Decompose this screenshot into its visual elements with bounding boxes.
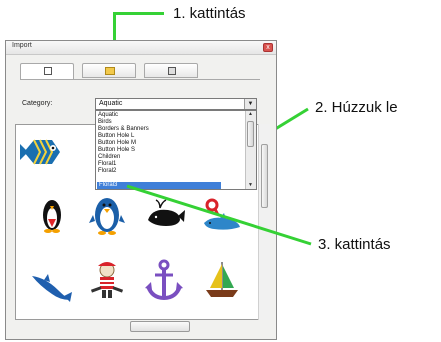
title-bar: Import x xyxy=(6,41,276,55)
document-icon xyxy=(44,67,52,75)
tab-divider xyxy=(20,79,260,80)
scroll-up-icon[interactable]: ▲ xyxy=(247,111,254,118)
dialog-title: Import xyxy=(12,42,32,49)
category-dropdown[interactable]: Aquatic ▼ xyxy=(95,98,257,110)
list-item[interactable]: Birds xyxy=(98,119,112,126)
listbox-scrollbar[interactable]: ▲ ▼ xyxy=(245,111,256,189)
list-item[interactable]: Floral1 xyxy=(98,161,116,168)
annotation-step2-label: 2. Húzzuk le xyxy=(315,99,398,116)
list-item[interactable]: Aquatic xyxy=(98,112,118,119)
category-selected-value: Aquatic xyxy=(99,100,123,107)
thumbnail-penguin-large[interactable] xyxy=(85,193,129,237)
close-button[interactable]: x xyxy=(263,43,273,52)
disk-icon xyxy=(168,67,176,75)
annotation-line-1-horizontal xyxy=(114,12,164,15)
tab-folder[interactable] xyxy=(82,63,136,78)
folder-icon xyxy=(105,67,115,75)
annotation-step1-label: 1. kattintás xyxy=(173,5,246,22)
thumbnail-pirate-bear[interactable] xyxy=(85,258,129,302)
list-item[interactable]: Borders & Banners xyxy=(98,126,149,133)
tab-file[interactable] xyxy=(20,63,74,80)
annotation-line-3 xyxy=(126,184,312,246)
listbox-scroll-thumb[interactable] xyxy=(247,121,254,147)
tab-disk[interactable] xyxy=(144,63,198,78)
category-listbox[interactable]: Aquatic Birds Borders & Banners Button H… xyxy=(95,110,257,190)
thumbnail-anchor[interactable] xyxy=(142,258,186,302)
annotation-step3-label: 3. kattintás xyxy=(318,236,391,253)
list-item[interactable]: Button Hole M xyxy=(98,140,136,147)
ok-button[interactable] xyxy=(130,321,190,332)
list-item[interactable]: Button Hole L xyxy=(98,133,134,140)
list-item[interactable]: Button Hole S xyxy=(98,147,135,154)
thumbnail-penguin[interactable] xyxy=(30,193,74,237)
thumbnail-fish[interactable] xyxy=(20,130,64,174)
category-label: Category: xyxy=(22,100,53,107)
list-item[interactable]: Children xyxy=(98,154,120,161)
chevron-down-icon[interactable]: ▼ xyxy=(244,99,256,109)
thumbnail-sailboat[interactable] xyxy=(200,258,244,302)
thumbnail-dolphin[interactable] xyxy=(28,262,72,306)
list-item[interactable]: Floral2 xyxy=(98,168,116,175)
